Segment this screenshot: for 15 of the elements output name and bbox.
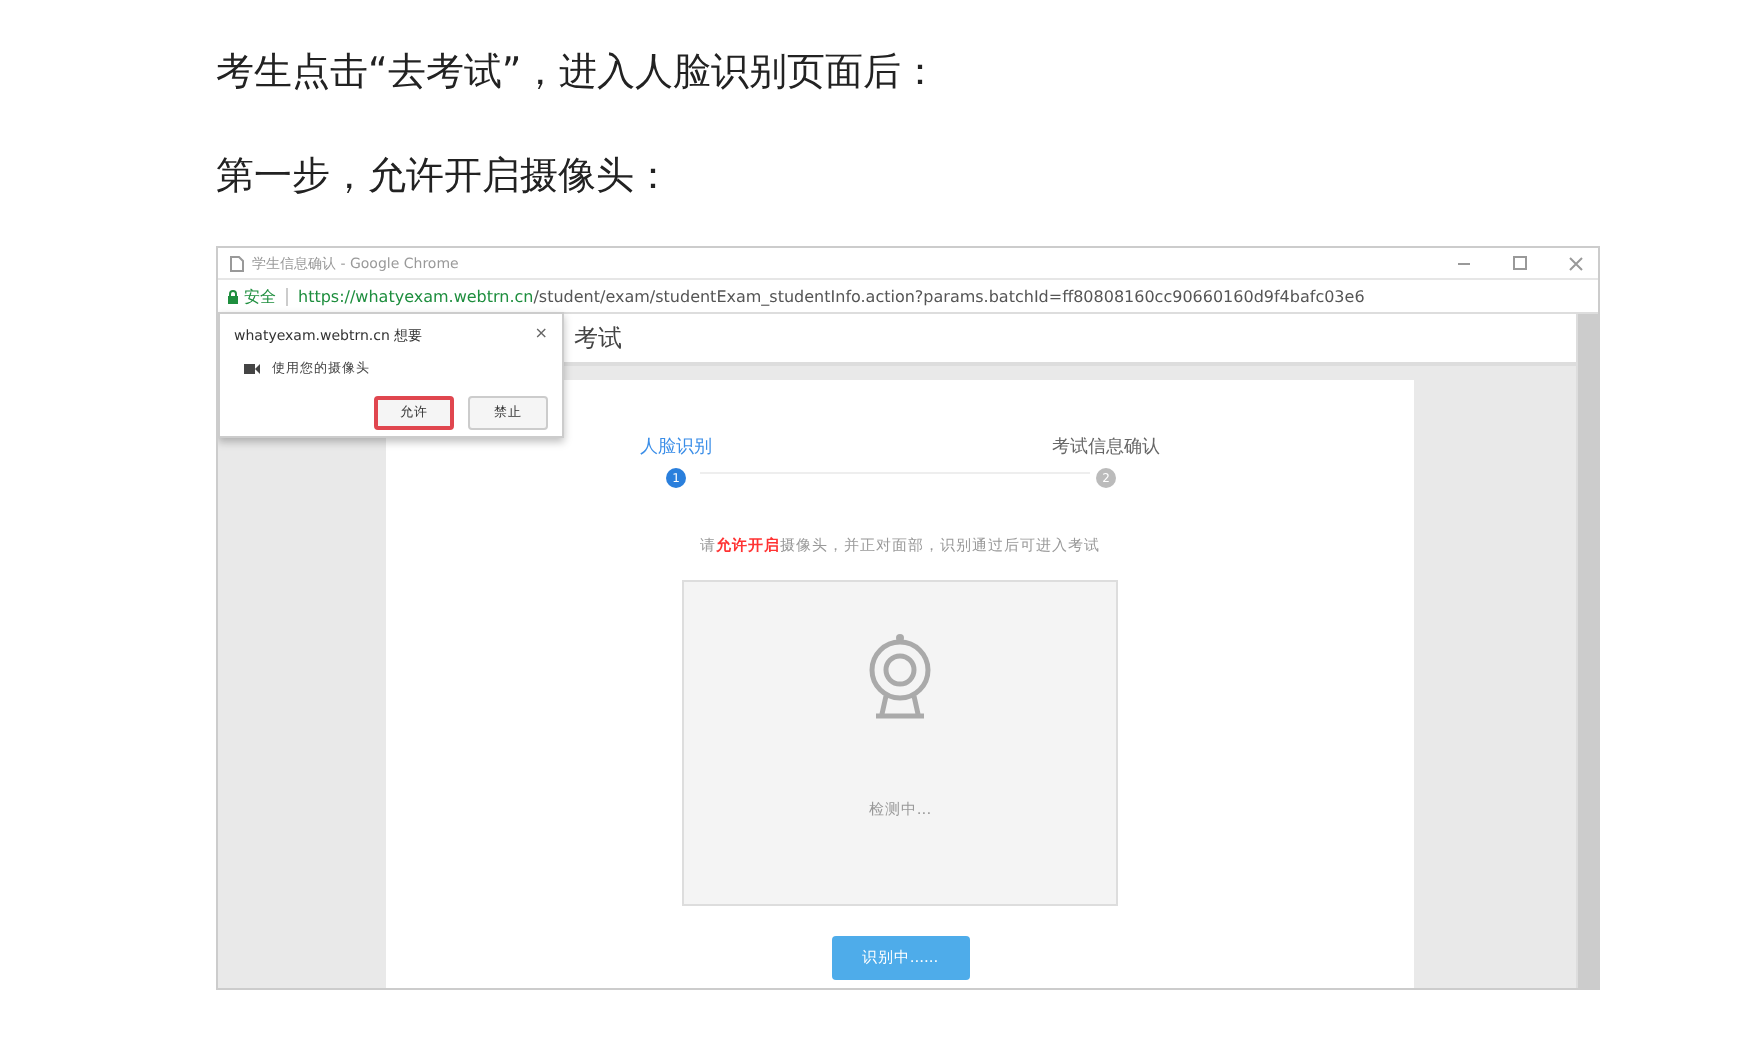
camera-icon	[244, 364, 260, 374]
step-label: 考试信息确认	[1052, 435, 1160, 460]
scrollbar[interactable]	[1576, 314, 1598, 988]
header-title: 考试	[574, 321, 622, 355]
security-label: 安全	[244, 285, 276, 307]
webcam-icon	[868, 632, 932, 720]
close-icon[interactable]	[1566, 255, 1586, 271]
close-button[interactable]: ×	[534, 326, 548, 342]
lock-icon	[228, 289, 238, 303]
step-label: 人脸识别	[640, 435, 712, 460]
page-icon	[230, 255, 244, 271]
url-text: https://whatyexam.webtrn.cn/student/exam/studentExam_studentInfo.action?params.batchId=ff80808160cc90660160d9f4bafc03e6	[298, 287, 1365, 305]
paragraph: 第一步，允许开启摄像头：	[216, 152, 674, 200]
paragraph: 考生点击“去考试”，进入人脸识别页面后：	[216, 48, 942, 96]
maximize-icon[interactable]	[1510, 255, 1530, 271]
